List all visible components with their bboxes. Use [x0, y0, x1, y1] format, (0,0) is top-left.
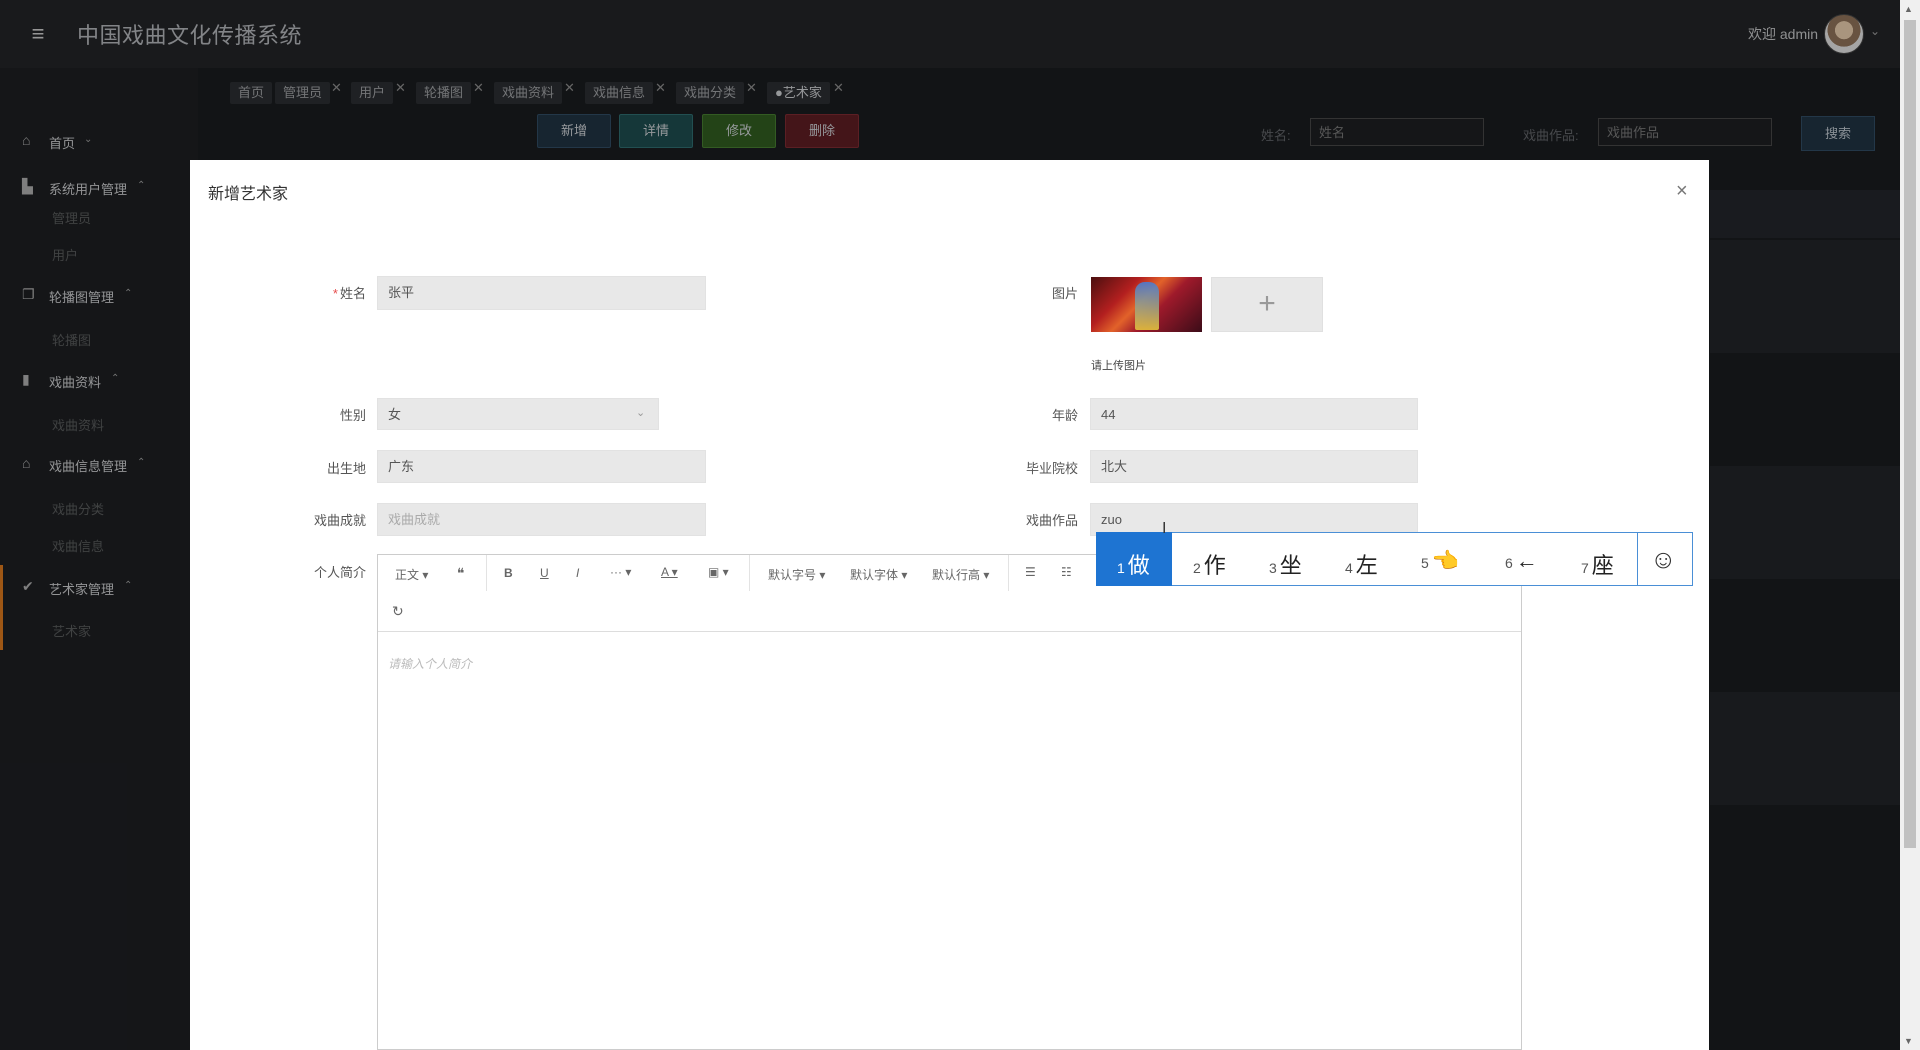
ime-candidate-number: 2	[1193, 560, 1201, 576]
ime-candidate-text: 座	[1591, 553, 1614, 578]
close-icon[interactable]: ×	[1676, 180, 1688, 203]
birthplace-input[interactable]: 广东	[377, 450, 706, 483]
ime-candidate-text: 作	[1203, 553, 1226, 578]
bold-icon[interactable]: B	[504, 566, 513, 580]
ime-candidate-number: 6	[1505, 555, 1513, 571]
ime-candidate[interactable]: 6 ←	[1505, 548, 1538, 574]
redo-icon[interactable]: ↻	[392, 603, 404, 620]
scroll-down-icon[interactable]: ▼	[1904, 1036, 1913, 1046]
name-label: * 姓名	[276, 283, 366, 302]
ime-candidate[interactable]: 4左	[1345, 548, 1378, 580]
ime-candidate-text: 👈	[1431, 548, 1460, 573]
dialog-title: 新增艺术家	[208, 186, 289, 203]
font-size-dropdown[interactable]: 默认字号 ▾	[768, 566, 825, 583]
text-cursor-icon: I	[1162, 520, 1167, 537]
ime-candidate[interactable]: 1做	[1117, 548, 1150, 580]
paragraph-dropdown[interactable]: 正文 ▾	[395, 566, 428, 583]
smiley-icon[interactable]: ☺	[1650, 544, 1677, 575]
school-input[interactable]: 北大	[1090, 450, 1418, 483]
italic-icon[interactable]: I	[576, 566, 579, 580]
gender-label: 性别	[339, 408, 366, 423]
toolbar-divider	[749, 555, 750, 591]
ime-candidate-number: 3	[1269, 560, 1277, 576]
paragraph-label: 正文	[395, 568, 420, 582]
bio-label: 个人简介	[313, 565, 366, 580]
toolbar-divider	[486, 555, 487, 591]
bullet-list-icon[interactable]: ☰	[1025, 565, 1036, 579]
font-family-dropdown[interactable]: 默认字体 ▾	[850, 566, 907, 583]
numbered-list-icon[interactable]: ☷	[1061, 565, 1072, 579]
upload-hint: 请上传图片	[1091, 360, 1146, 372]
ime-candidate-text: 坐	[1279, 553, 1302, 578]
school-label: 毕业院校	[1025, 461, 1078, 476]
ime-candidate-text: 左	[1355, 553, 1378, 578]
ime-candidate[interactable]: 3坐	[1269, 548, 1302, 580]
ime-candidate-text: 做	[1127, 553, 1150, 578]
required-mark: *	[332, 286, 338, 301]
opera-figure-image	[1135, 282, 1159, 330]
toolbar-divider	[1008, 555, 1009, 591]
image-label: 图片	[1051, 286, 1078, 301]
achievement-input[interactable]: 戏曲成就	[377, 503, 706, 536]
achievement-label: 戏曲成就	[313, 513, 366, 528]
quote-icon[interactable]: ❝	[457, 565, 465, 582]
name-label-text: 姓名	[339, 286, 366, 301]
plus-icon: +	[1258, 287, 1276, 320]
ime-candidate-number: 5	[1421, 555, 1429, 571]
line-height-label: 默认行高	[932, 568, 981, 582]
ime-candidate-number: 7	[1581, 560, 1589, 576]
background-color-icon[interactable]: ▣ ▾	[708, 565, 729, 579]
underline-icon[interactable]: U	[540, 566, 549, 580]
bio-placeholder: 请输入个人简介	[388, 657, 473, 671]
ime-divider	[1637, 533, 1638, 585]
more-icon[interactable]: ··· ▾	[610, 565, 631, 579]
font-color-icon[interactable]: A ▾	[661, 565, 678, 579]
birthplace-label: 出生地	[326, 461, 366, 476]
scrollbar-thumb[interactable]	[1904, 20, 1916, 848]
ime-candidate-text: ←	[1515, 548, 1538, 573]
upload-image-button[interactable]: +	[1211, 277, 1323, 332]
chevron-down-icon[interactable]: ⌄	[636, 406, 645, 419]
works-label: 戏曲作品	[1025, 513, 1078, 528]
ime-candidate-number: 1	[1117, 560, 1125, 576]
name-input[interactable]: 张平	[377, 276, 706, 310]
ime-candidate[interactable]: 7座	[1581, 548, 1614, 580]
ime-candidate[interactable]: 2作	[1193, 548, 1226, 580]
line-height-dropdown[interactable]: 默认行高 ▾	[932, 566, 989, 583]
age-label: 年龄	[1051, 408, 1078, 423]
font-size-label: 默认字号	[768, 568, 817, 582]
age-input[interactable]: 44	[1090, 398, 1418, 430]
ime-candidate-number: 4	[1345, 560, 1353, 576]
ime-candidate[interactable]: 5 👈	[1421, 548, 1459, 574]
font-family-label: 默认字体	[850, 568, 899, 582]
gender-select[interactable]: 女	[377, 398, 659, 430]
scroll-up-icon[interactable]: ▲	[1904, 4, 1913, 14]
